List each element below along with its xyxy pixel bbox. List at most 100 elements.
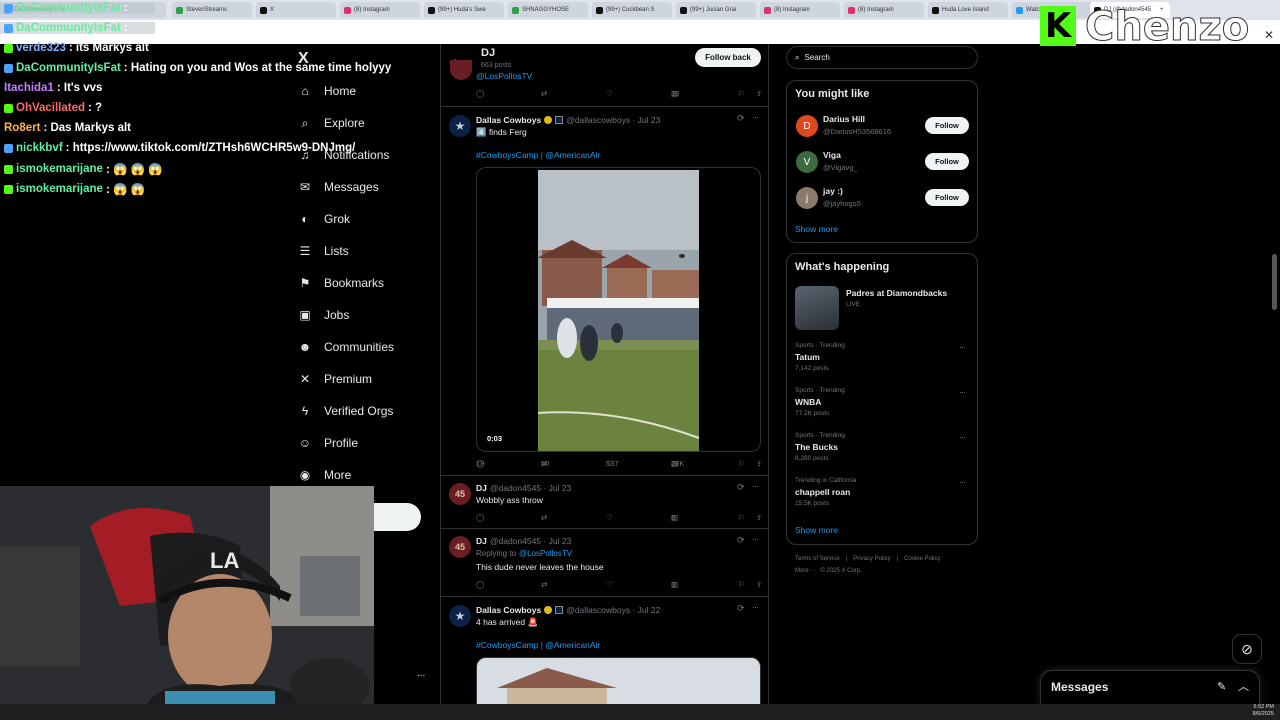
follow-button[interactable]: Follow bbox=[925, 153, 969, 170]
nav-item-explore[interactable]: ⌕ Explore bbox=[298, 111, 365, 135]
more-options-icon[interactable]: ··· bbox=[752, 481, 759, 491]
new-message-icon[interactable]: ✎ bbox=[1217, 680, 1226, 693]
more-options-icon[interactable]: ··· bbox=[959, 387, 966, 397]
trend-item[interactable]: Sports · Trending The Bucks 8,280 posts ··· bbox=[787, 430, 977, 468]
nav-item-jobs[interactable]: ▣ Jobs bbox=[298, 303, 349, 327]
chat-username[interactable]: DaCommunityIsFat bbox=[16, 22, 121, 34]
grok-icon[interactable]: ⟳ bbox=[737, 482, 745, 493]
reply-icon[interactable]: ◯ bbox=[476, 89, 484, 98]
suggested-account[interactable]: j jay :) @jayhogs0 Follow bbox=[787, 184, 977, 214]
footer-link[interactable]: Privacy Policy bbox=[853, 556, 890, 562]
mention-link[interactable]: @LosPollosTV bbox=[476, 71, 532, 81]
nav-item-bookmarks[interactable]: ⚑ Bookmarks bbox=[298, 271, 384, 295]
nav-item-premium[interactable]: ✕ Premium bbox=[298, 367, 372, 391]
repost-stat[interactable]: ⇄ 50 bbox=[541, 459, 549, 468]
more-options-icon[interactable]: ··· bbox=[752, 534, 759, 544]
tweet-hashtags[interactable]: #CowboysCamp | @AmericanAir bbox=[476, 640, 600, 650]
browser-tab[interactable]: Huda Love Island bbox=[928, 2, 1008, 18]
x-logo-icon[interactable]: X bbox=[298, 50, 309, 68]
share-icon[interactable]: ⇪ bbox=[756, 513, 762, 522]
nav-item-communities[interactable]: ☻ Communities bbox=[298, 335, 394, 359]
chevron-up-icon[interactable]: ︿ bbox=[1238, 678, 1249, 694]
like-icon[interactable]: ♡ bbox=[606, 513, 613, 522]
footer-more-link[interactable]: More ··· bbox=[795, 568, 816, 574]
tweet-image[interactable] bbox=[476, 657, 761, 704]
grok-icon[interactable]: ⟳ bbox=[737, 113, 745, 124]
tweet-author[interactable]: Dallas Cowboys bbox=[476, 605, 541, 615]
cowboys-star-avatar[interactable]: ★ bbox=[449, 115, 471, 137]
more-options-icon[interactable]: ··· bbox=[752, 602, 759, 612]
share-icon[interactable]: ⇪ bbox=[756, 89, 762, 98]
views-stat[interactable]: ▥ 28K bbox=[671, 459, 684, 468]
follow-button[interactable]: Follow bbox=[925, 117, 969, 134]
follow-button[interactable]: Follow bbox=[925, 189, 969, 206]
reply-stat[interactable]: ◯ 18 bbox=[476, 459, 484, 468]
nav-item-grok[interactable]: ◐ Grok bbox=[298, 207, 350, 231]
browser-tab[interactable]: (99+) Jucian Grai bbox=[676, 2, 756, 18]
bookmark-icon[interactable]: ⚐ bbox=[738, 513, 745, 522]
chat-username[interactable]: Itachida1 bbox=[4, 82, 54, 94]
share-icon[interactable]: ⇪ bbox=[756, 459, 762, 468]
more-options-icon[interactable]: ··· bbox=[752, 112, 759, 122]
views-stat[interactable]: ▥ 6 bbox=[671, 513, 678, 522]
bookmark-icon[interactable]: ⚐ bbox=[738, 580, 745, 589]
nav-item-home[interactable]: ⌂ Home bbox=[298, 79, 356, 103]
chat-username[interactable]: ismokemarijane bbox=[16, 163, 103, 175]
browser-tab[interactable]: (8) Instagram bbox=[760, 2, 840, 18]
avatar[interactable]: D bbox=[796, 115, 818, 137]
post-button[interactable] bbox=[374, 503, 421, 531]
nav-item-more[interactable]: ◉ More bbox=[298, 463, 352, 487]
browser-tab[interactable]: (99+) Cuckbean S bbox=[592, 2, 672, 18]
search-box[interactable]: ⌕ Search bbox=[786, 46, 978, 69]
more-options-icon[interactable]: ··· bbox=[959, 477, 966, 487]
messages-drawer[interactable]: Messages ✎ ︿ bbox=[1040, 670, 1260, 704]
chat-username[interactable]: OhVacillated bbox=[16, 102, 85, 114]
tweet-author[interactable]: Dallas Cowboys bbox=[476, 115, 541, 125]
tweet-author[interactable]: DJ bbox=[476, 536, 487, 546]
like-icon[interactable]: ♡ bbox=[606, 580, 613, 589]
share-icon[interactable]: ⇪ bbox=[756, 580, 762, 589]
grok-icon[interactable]: ⟳ bbox=[737, 535, 745, 546]
grok-icon[interactable]: ⟳ bbox=[737, 603, 745, 614]
more-options-icon[interactable]: ··· bbox=[959, 342, 966, 352]
tweet[interactable]: 45 DJ @dadon4545 · Jul 23 ⟳ ··· Wobbly a… bbox=[441, 476, 768, 528]
tweet-hashtags[interactable]: #CowboysCamp | @AmericanAir bbox=[476, 150, 600, 160]
footer-link[interactable]: Cookie Policy bbox=[904, 556, 940, 562]
follow-back-button[interactable]: Follow back bbox=[695, 48, 761, 67]
chat-username[interactable]: DaCommunityIsFat bbox=[16, 2, 121, 14]
like-stat[interactable]: ♡ 537 bbox=[606, 459, 619, 468]
nav-item-messages[interactable]: ✉ Messages bbox=[298, 175, 379, 199]
reply-icon[interactable]: ◯ bbox=[476, 580, 484, 589]
repost-icon[interactable]: ⇄ bbox=[541, 580, 547, 589]
nav-item-notifications[interactable]: ♫ Notifications bbox=[298, 143, 390, 167]
chat-username[interactable]: Ro8ert bbox=[4, 122, 40, 134]
browser-tab[interactable]: (8) Instagram bbox=[844, 2, 924, 18]
reply-icon[interactable]: ◯ bbox=[476, 513, 484, 522]
views-stat[interactable]: ▥ 10 bbox=[671, 89, 679, 98]
cowboys-star-avatar[interactable]: ★ bbox=[449, 605, 471, 627]
tweet[interactable]: 45 DJ @dadon4545 · Jul 23 ⟳ ··· Replying… bbox=[441, 529, 768, 595]
repost-icon[interactable]: ⇄ bbox=[541, 513, 547, 522]
avatar[interactable]: V bbox=[796, 151, 818, 173]
browser-tab[interactable]: (99+) Huda's Swe bbox=[424, 2, 504, 18]
nav-item-profile[interactable]: ☺ Profile bbox=[298, 431, 358, 455]
tweet[interactable]: ★ Dallas Cowboys @dallascowboys · Jul 23… bbox=[441, 107, 768, 475]
browser-tab[interactable]: SHNAGGYHOSE bbox=[508, 2, 588, 18]
nav-item-lists[interactable]: ☰ Lists bbox=[298, 239, 349, 263]
footer-link[interactable]: Terms of Service bbox=[795, 556, 840, 562]
trend-item[interactable]: Trending in California chappell roan 15.5K… bbox=[787, 475, 977, 513]
chat-username[interactable]: ismokemarijane bbox=[16, 183, 103, 195]
show-more-link[interactable]: Show more bbox=[795, 224, 838, 234]
chat-username[interactable]: verde323 bbox=[16, 42, 66, 54]
nav-item-verified-orgs[interactable]: ϟ Verified Orgs bbox=[298, 399, 394, 423]
repost-icon[interactable]: ⇄ bbox=[541, 89, 547, 98]
suggested-account[interactable]: D Darius Hill @DariusH53568616 Follow bbox=[787, 112, 977, 142]
chat-username[interactable]: DaCommunityIsFat bbox=[16, 62, 121, 74]
show-more-link[interactable]: Show more bbox=[795, 525, 838, 535]
search-input[interactable]: Search bbox=[804, 53, 829, 62]
bookmark-icon[interactable]: ⚐ bbox=[738, 89, 745, 98]
bookmark-icon[interactable]: ⚐ bbox=[738, 459, 745, 468]
live-event[interactable]: Padres at Diamondbacks LIVE bbox=[795, 286, 971, 330]
page-scrollbar[interactable] bbox=[1272, 254, 1277, 310]
views-stat[interactable]: ▥ 3 bbox=[671, 580, 678, 589]
